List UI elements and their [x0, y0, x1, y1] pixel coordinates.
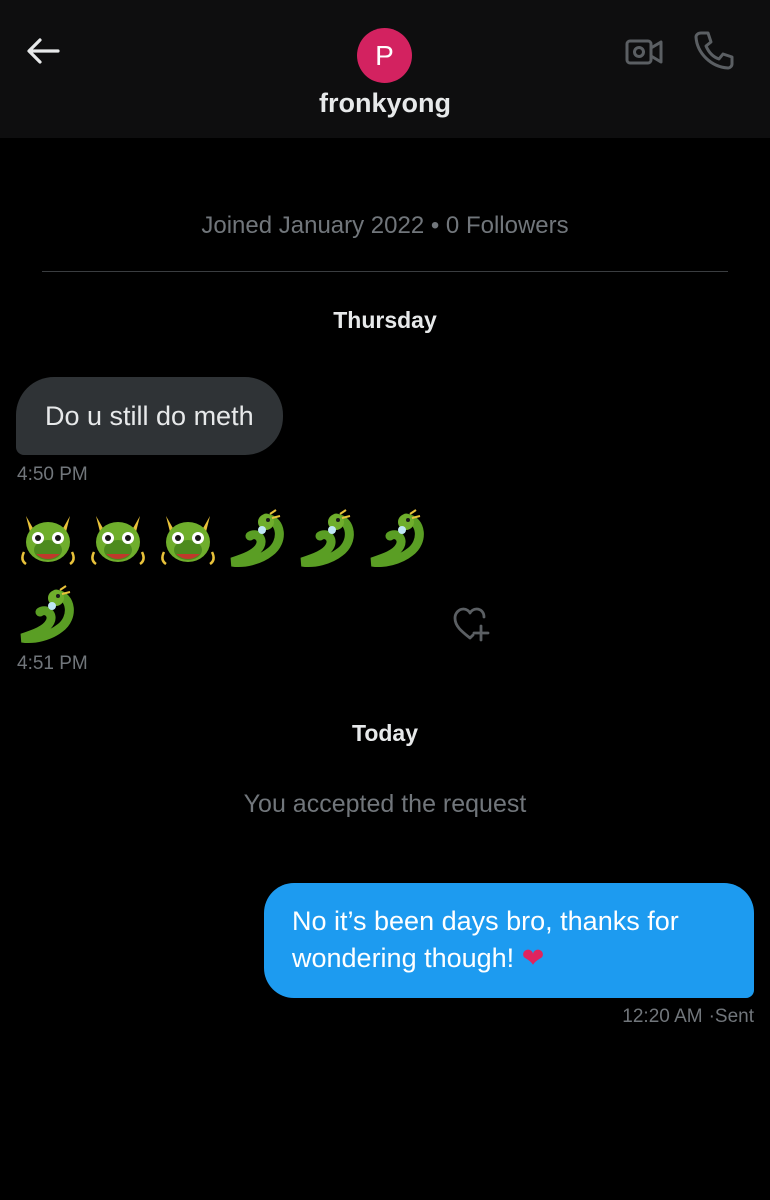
heart-plus-icon — [453, 607, 490, 642]
message-timestamp: 4:50 PM — [17, 464, 88, 485]
phone-icon — [694, 31, 734, 70]
dragon-icon — [20, 585, 74, 643]
dragon-face-icon — [21, 516, 75, 566]
outgoing-message-bubble[interactable]: No it’s been days bro, thanks for wonder… — [264, 883, 754, 998]
incoming-message-text: Do u still do meth — [45, 400, 254, 431]
avatar-letter: P — [375, 39, 394, 71]
add-reaction-button[interactable] — [451, 604, 491, 644]
outgoing-message-line: No it’s been days bro, thanks for — [292, 906, 679, 936]
divider — [42, 271, 728, 272]
dragon-icon — [230, 509, 284, 567]
conversation-header: P fronkyong — [0, 0, 770, 138]
video-call-button[interactable] — [624, 32, 664, 72]
emoji-message-row[interactable] — [16, 508, 430, 572]
outgoing-message-line: wondering though! ❤ — [292, 940, 726, 977]
red-heart-icon: ❤ — [521, 943, 545, 973]
back-arrow-icon — [27, 38, 60, 64]
profile-join-info: Joined January 2022 • 0 Followers — [201, 212, 569, 239]
incoming-message-bubble[interactable]: Do u still do meth — [16, 377, 283, 455]
day-separator-today: Today — [351, 720, 419, 746]
dragon-face-icon — [91, 516, 145, 566]
message-status: ·Sent — [708, 1006, 754, 1027]
day-separator-thursday: Thursday — [333, 307, 437, 333]
conversation-username[interactable]: fronkyong — [0, 88, 770, 119]
voice-call-button[interactable] — [692, 28, 736, 72]
dragon-icon — [300, 509, 354, 567]
back-button[interactable] — [22, 30, 64, 72]
dm-conversation: P fronkyong Joined January 2022 • 0 Foll… — [0, 0, 770, 1200]
outgoing-message-meta: 12:20 AM ·Sent — [622, 1006, 754, 1028]
dragon-icon — [370, 509, 424, 567]
system-message: You accepted the request — [243, 790, 527, 818]
message-timestamp: 12:20 AM — [622, 1006, 703, 1027]
emoji-message-row[interactable] — [16, 584, 80, 648]
video-camera-icon — [625, 39, 663, 65]
avatar[interactable]: P — [357, 28, 412, 83]
dragon-face-icon — [161, 516, 215, 566]
message-timestamp: 4:51 PM — [17, 653, 88, 674]
outgoing-message-text: wondering though! — [292, 943, 515, 973]
